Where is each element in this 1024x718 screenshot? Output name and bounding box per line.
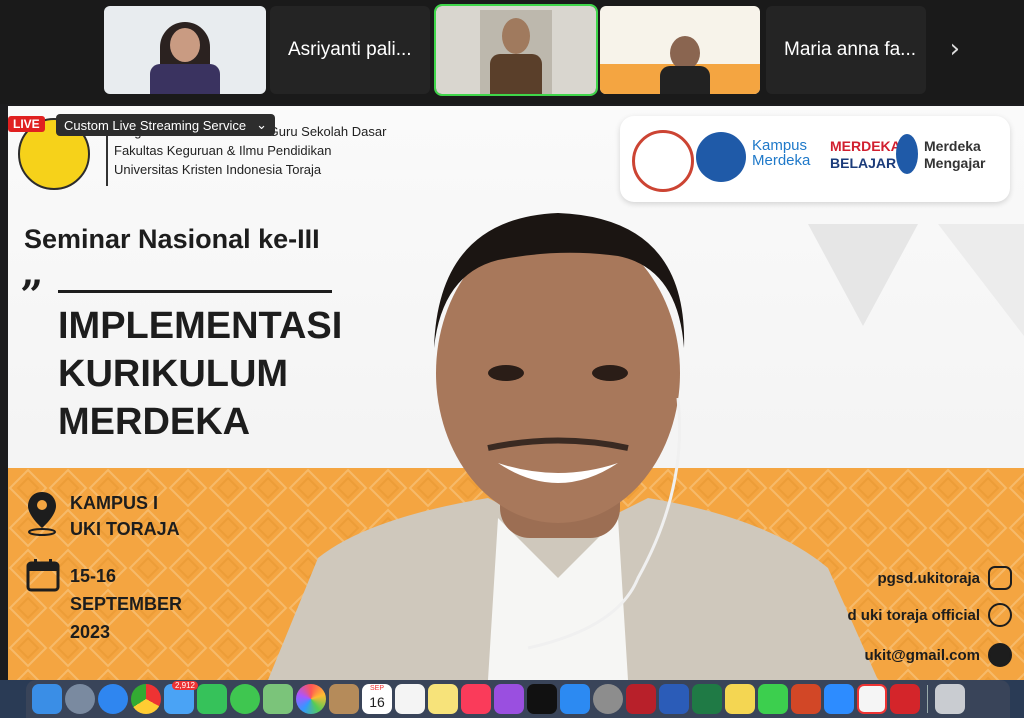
- stream-service-dropdown[interactable]: Custom Live Streaming Service ⌄: [56, 114, 275, 136]
- merdeka-belajar-logo: MERDEKA BELAJAR: [830, 138, 901, 172]
- launchpad-icon[interactable]: [65, 684, 95, 714]
- photo-booth-icon[interactable]: [626, 684, 656, 714]
- merdeka-belajar-line: MERDEKA: [830, 138, 901, 154]
- mail-badge: 2,912: [171, 681, 198, 690]
- notes-icon[interactable]: [428, 684, 458, 714]
- social-youtube: d uki toraja official: [847, 603, 1012, 627]
- chevron-right-icon[interactable]: ›: [950, 36, 960, 62]
- trash-icon[interactable]: [935, 684, 965, 714]
- date-line: 2023: [70, 622, 111, 642]
- tv-icon[interactable]: [527, 684, 557, 714]
- calendar-icon: [26, 559, 60, 592]
- participant-body: [490, 54, 542, 94]
- finder-icon[interactable]: [32, 684, 62, 714]
- participant-name-tile[interactable]: Asriyanti pali...: [270, 6, 430, 94]
- safari-icon[interactable]: [98, 684, 128, 714]
- chevron-down-icon: ⌄: [256, 117, 267, 132]
- participant-body: [150, 64, 220, 94]
- social-email: ukit@gmail.com: [865, 643, 1012, 667]
- podcasts-icon[interactable]: [494, 684, 524, 714]
- headline-line: IMPLEMENTASI: [58, 305, 343, 347]
- location-line: UKI TORAJA: [70, 519, 180, 539]
- institution-line: Universitas Kristen Indonesia Toraja: [114, 162, 322, 177]
- social-handle: pgsd.ukitoraja: [877, 569, 980, 587]
- merdeka-mengajar-logo: Merdeka Mengajar: [924, 138, 985, 172]
- calendar-month: SEP: [369, 685, 384, 692]
- title-rule: [58, 290, 332, 293]
- live-badge: LIVE: [8, 116, 45, 132]
- merdeka-mengajar-line: Mengajar: [924, 155, 986, 171]
- email-icon: [988, 643, 1012, 667]
- institution-line: Fakultas Keguruan & Ilmu Pendidikan: [114, 143, 332, 158]
- merdeka-mengajar-line: Merdeka: [924, 138, 981, 154]
- slide-headline: IMPLEMENTASI KURIKULUM MERDEKA: [58, 302, 342, 446]
- location-block: KAMPUS I UKI TORAJA: [70, 490, 180, 542]
- photos-icon[interactable]: [296, 684, 326, 714]
- participant-face: [170, 28, 200, 62]
- merdeka-mengajar-mark: [896, 134, 918, 174]
- date-line: SEPTEMBER: [70, 594, 183, 614]
- app-store-icon[interactable]: [560, 684, 590, 714]
- participant-name: Asriyanti pali...: [288, 39, 412, 60]
- date-block: 15-16 SEPTEMBER 2023: [70, 562, 182, 646]
- main-video-stage: Program Studi Pendidikan Guru Sekolah Da…: [8, 106, 1024, 680]
- mail-icon[interactable]: 2,912: [164, 681, 198, 714]
- instagram-icon: [988, 566, 1012, 590]
- partner-logos-card: Kampus Merdeka MERDEKA BELAJAR Merdeka M…: [620, 116, 1010, 202]
- location-pin-icon: [28, 492, 56, 536]
- maps-icon[interactable]: [263, 684, 293, 714]
- social-handle: ukit@gmail.com: [864, 646, 980, 664]
- tut-wuri-logo: [696, 132, 746, 182]
- merdeka-belajar-line: BELAJAR: [830, 155, 897, 171]
- participant-face: [670, 36, 700, 70]
- headline-line: KURIKULUM: [58, 353, 289, 395]
- dock-divider: [927, 685, 928, 713]
- chrome-icon[interactable]: [131, 684, 161, 714]
- pgsd-logo: [632, 130, 694, 192]
- excel-icon[interactable]: [692, 684, 722, 714]
- acrobat-icon[interactable]: [890, 684, 920, 714]
- location-line: KAMPUS I: [70, 493, 159, 513]
- participant-name-tile[interactable]: Maria anna fa...: [766, 6, 926, 94]
- facetime-icon[interactable]: [197, 684, 227, 714]
- macos-dock: 2,912 SEP 16: [26, 680, 1010, 718]
- messages-icon[interactable]: [230, 684, 260, 714]
- quote-mark: ”: [20, 272, 44, 319]
- music-icon[interactable]: [461, 684, 491, 714]
- zoom-icon[interactable]: [824, 684, 854, 714]
- whatsapp-icon[interactable]: [758, 684, 788, 714]
- participant-body: [660, 66, 710, 94]
- stickies-icon[interactable]: [725, 684, 755, 714]
- participant-video-tile[interactable]: [600, 6, 760, 94]
- social-handle: d uki toraja official: [847, 606, 980, 624]
- youtube-icon: [988, 603, 1012, 627]
- contacts-icon[interactable]: [329, 684, 359, 714]
- participant-video-tile-active[interactable]: [434, 4, 598, 96]
- social-instagram: pgsd.ukitoraja: [877, 566, 1012, 590]
- powerpoint-icon[interactable]: [791, 684, 821, 714]
- system-settings-icon[interactable]: [593, 684, 623, 714]
- participant-strip: Asriyanti pali... Maria anna fa... ›: [0, 0, 1024, 104]
- stream-service-label: Custom Live Streaming Service: [64, 117, 247, 133]
- calendar-day: 16: [369, 694, 385, 710]
- date-line: 15-16: [70, 566, 117, 586]
- calendar-app-icon[interactable]: SEP 16: [362, 684, 392, 714]
- participant-face: [502, 18, 530, 54]
- kampus-merdeka-logo: Kampus Merdeka: [752, 137, 811, 169]
- participant-video-tile[interactable]: [104, 6, 266, 94]
- seminar-title: Seminar Nasional ke-III: [24, 224, 320, 254]
- reminders-icon[interactable]: [395, 684, 425, 714]
- participant-name: Maria anna fa...: [784, 39, 917, 60]
- word-icon[interactable]: [659, 684, 689, 714]
- wps-icon[interactable]: [857, 684, 887, 714]
- headline-line: MERDEKA: [58, 401, 251, 443]
